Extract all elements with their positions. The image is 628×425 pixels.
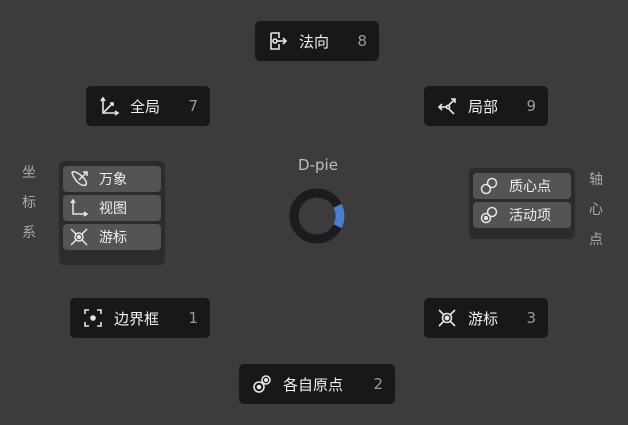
pie-item-individual-origins[interactable]: 各自原点 2 xyxy=(239,364,395,404)
coordinate-item-label: 游标 xyxy=(99,230,127,246)
pie-item-label: 各自原点 xyxy=(283,375,344,394)
pie-item-normal[interactable]: 法向 8 xyxy=(255,21,379,61)
pivot-item-label: 质心点 xyxy=(509,179,551,195)
shortcut-key: 3 xyxy=(526,309,536,327)
label-char: 心 xyxy=(589,202,603,218)
coordinate-item-view[interactable]: 视图 xyxy=(63,195,161,221)
coordinate-item-label: 视图 xyxy=(99,201,127,217)
normal-arrow-icon xyxy=(267,30,289,52)
shortcut-key: 7 xyxy=(188,97,198,115)
shortcut-key: 8 xyxy=(357,32,367,50)
pie-item-label: 游标 xyxy=(468,309,499,328)
coordinate-item-label: 万象 xyxy=(99,172,127,188)
gimbal-icon xyxy=(69,169,89,189)
pie-item-global[interactable]: 全局 7 xyxy=(86,86,210,126)
label-char: 标 xyxy=(22,195,36,211)
view-axes-icon xyxy=(69,198,89,218)
label-char: 点 xyxy=(589,232,603,248)
coordinate-item-cursor[interactable]: 游标 xyxy=(63,224,161,250)
label-char: 坐 xyxy=(22,165,36,181)
pivot-item-label: 活动项 xyxy=(509,208,551,224)
median-point-icon xyxy=(479,176,499,196)
shortcut-key: 9 xyxy=(526,97,536,115)
coordinate-system-label: 坐 标 系 xyxy=(22,158,36,248)
pie-item-bounding-box[interactable]: 边界框 1 xyxy=(70,298,210,338)
pivot-point-label: 轴 心 点 xyxy=(589,165,603,255)
pie-item-label: 法向 xyxy=(299,32,330,51)
local-axes-icon xyxy=(436,95,458,117)
label-char: 系 xyxy=(22,225,36,241)
coordinate-system-panel: 万象 视图 游标 xyxy=(59,161,165,265)
individual-origins-icon xyxy=(251,373,273,395)
pivot-item-median-point[interactable]: 质心点 xyxy=(473,173,571,199)
pie-item-local[interactable]: 局部 9 xyxy=(424,86,548,126)
shortcut-key: 2 xyxy=(373,375,383,393)
active-element-icon xyxy=(479,205,499,225)
pivot-item-active-element[interactable]: 活动项 xyxy=(473,202,571,228)
pie-item-label: 全局 xyxy=(130,97,161,116)
coordinate-item-gimbal[interactable]: 万象 xyxy=(63,166,161,192)
global-axes-icon xyxy=(98,95,120,117)
pivot-point-panel: 质心点 活动项 xyxy=(469,168,575,239)
cursor-orientation-icon xyxy=(69,227,89,247)
label-char: 轴 xyxy=(589,172,603,188)
bounding-box-center-icon xyxy=(82,307,104,329)
pie-item-cursor[interactable]: 游标 3 xyxy=(424,298,548,338)
3d-cursor-icon xyxy=(436,307,458,329)
pie-item-label: 局部 xyxy=(468,97,499,116)
pie-item-label: 边界框 xyxy=(114,309,160,328)
pie-direction-indicator xyxy=(289,188,345,244)
pie-menu-title: D-pie xyxy=(298,156,338,174)
shortcut-key: 1 xyxy=(188,309,198,327)
